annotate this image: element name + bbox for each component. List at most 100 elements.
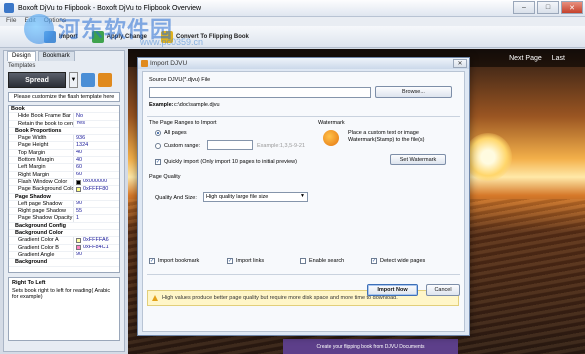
import-dialog: Import DJVU ✕ Source DJVU(*.djvu) File B… [137,57,470,336]
template-dropdown-icon[interactable]: ▼ [69,72,78,88]
site-logo-icon [24,14,54,44]
import-bookmark-checkbox[interactable]: ✓ [149,258,155,264]
property-value-text: 60 [76,171,83,178]
custom-range-radio[interactable] [155,143,161,149]
templates-label: Templates [8,63,36,69]
property-value[interactable]: 0xFFFFA6 [73,237,119,244]
property-row[interactable]: Page Background Color 0xFFFF80 [9,186,119,194]
property-name: Background Color [15,230,63,237]
template-select-button[interactable]: Spread [8,72,66,88]
export-template-icon[interactable] [98,73,112,87]
property-value[interactable]: 0x000000 [73,178,119,186]
property-row[interactable]: Top Margin 40 [9,149,119,158]
minimize-button[interactable]: – [513,1,535,14]
property-value-text: Yes [76,120,85,127]
enable-search-label: Enable search [309,258,345,264]
next-page-button[interactable]: Next Page [509,55,542,62]
import-links-checkbox[interactable]: ✓ [227,258,233,264]
property-value[interactable]: 0xFFFF80 [73,186,119,193]
property-value-text: 90 [76,251,83,258]
tab-design[interactable]: Design [7,51,36,61]
menu-file[interactable]: File [6,17,16,26]
property-row[interactable]: Page Shadow [9,194,119,201]
property-row[interactable]: Bottom Margin 40 [9,157,119,165]
all-pages-label: All pages [164,130,187,136]
custom-range-hint: Example:1,3,5-9-21 [257,143,305,149]
color-swatch-icon [76,237,81,243]
property-row[interactable]: Left page Shadow 90 [9,200,119,209]
property-name: Retain the book to center [18,120,73,127]
enable-search-checkbox[interactable] [300,258,306,264]
property-row[interactable]: Retain the book to centerYes [9,120,119,128]
property-row[interactable]: Gradient Color B 0xFF84C1 [9,244,119,252]
property-name: Gradient Color A [18,237,59,244]
property-row[interactable]: Book Proportions [9,127,119,136]
property-row[interactable]: Background Color [9,230,119,238]
color-swatch-icon [76,186,81,192]
last-page-button[interactable]: Last [552,55,565,62]
property-value[interactable]: 936 [73,135,119,142]
property-row[interactable]: Page Shadow Opacity 1 [9,215,119,223]
maximize-button[interactable]: □ [537,1,559,14]
quality-select[interactable]: High quality large file size ▼ [203,192,308,202]
browse-button[interactable]: Browse... [375,86,452,98]
dialog-close-button[interactable]: ✕ [453,59,467,68]
quality-notice-text: High values produce better page quality … [162,295,398,301]
source-file-input[interactable] [149,87,371,98]
property-value[interactable]: 90 [73,200,119,208]
property-value[interactable]: 1324 [73,142,119,149]
property-name: Page Shadow Opacity [18,215,73,222]
custom-range-label: Custom range: [164,143,201,149]
property-name: Book [11,106,25,112]
property-row[interactable]: Gradient Angle 90 [9,251,119,260]
design-panel: Design Bookmark Templates Spread ▼ Pleas… [3,50,125,352]
property-value[interactable]: 60 [73,171,119,178]
property-row[interactable]: Hide Book Frame Bar No [9,113,119,121]
close-button[interactable]: ✕ [561,1,583,14]
property-value[interactable]: 90 [73,251,119,259]
property-name: Book Proportions [15,127,62,134]
property-row[interactable]: Background [9,259,119,267]
site-watermark-url: www.pc0359.cn [140,37,204,47]
property-value[interactable]: 60 [73,164,119,171]
dialog-body: Source DJVU(*.djvu) File Browse... Examp… [142,71,465,332]
property-row[interactable]: Book [9,106,119,114]
property-value[interactable]: 0xFF84C1 [73,244,119,251]
property-row[interactable]: Gradient Color A 0xFFFFA6 [9,237,119,245]
property-value-text: 1324 [76,142,89,148]
quick-import-checkbox[interactable]: ✓ [155,159,161,165]
property-value[interactable]: Yes [73,120,119,127]
property-row[interactable]: Left Margin 60 [9,164,119,172]
book-caption: Create your flipping book from DJVU Docu… [283,339,458,354]
dialog-title: Import DJVU [150,60,188,67]
property-grid[interactable]: Book Hide Book Frame Bar No Retain the book… [8,105,120,273]
property-value[interactable]: 55 [73,208,119,215]
property-row[interactable]: Flash Window Color 0x000000 [9,178,119,187]
property-value[interactable]: 40 [73,149,119,157]
property-value[interactable]: No [73,113,119,120]
property-row[interactable]: Page Height 1324 [9,142,119,150]
property-row[interactable]: Background Config [9,223,119,231]
import-now-button[interactable]: Import Now [367,284,418,296]
property-value[interactable]: 1 [73,215,119,222]
all-pages-radio[interactable] [155,130,161,136]
description-title: Right To Left [12,280,46,286]
detect-wide-pages-checkbox[interactable]: ✓ [371,258,377,264]
divider [147,116,460,117]
property-row[interactable]: Page Width 936 [9,135,119,143]
window-controls: – □ ✕ [513,1,583,14]
property-name: Page Width [18,135,47,142]
save-template-icon[interactable] [81,73,95,87]
property-row[interactable]: Right page Shadow 55 [9,208,119,216]
property-value[interactable]: 40 [73,157,119,164]
property-name: Page Shadow [15,193,51,200]
property-value-text: 0xFFFF80 [83,186,109,192]
property-row[interactable]: Right Margin 60 [9,171,119,179]
customize-template-bar[interactable]: Please customize the flash template here [8,92,120,102]
sunset-image [464,133,512,181]
custom-range-input[interactable] [207,140,253,150]
tab-bookmark[interactable]: Bookmark [37,51,75,61]
set-watermark-button[interactable]: Set Watermark [390,154,446,165]
cancel-button[interactable]: Cancel [426,284,460,296]
property-name: Gradient Angle [18,251,55,258]
